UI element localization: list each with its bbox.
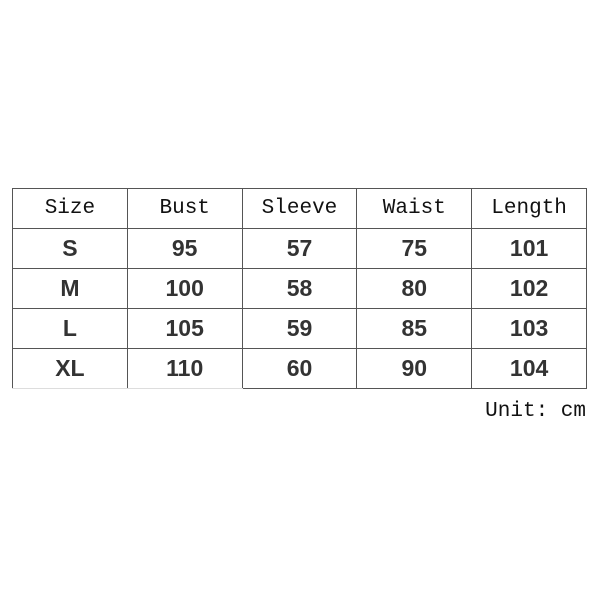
header-length: Length [471, 188, 587, 229]
cell: 101 [471, 228, 587, 269]
table-row: L 105 59 85 103 [12, 308, 587, 349]
cell: 105 [126, 308, 243, 349]
cell: 110 [126, 348, 243, 389]
cell: 85 [356, 308, 473, 349]
cell: L [12, 308, 128, 349]
header-size: Size [12, 188, 128, 229]
size-chart-table: Size Bust Sleeve Waist Length S 95 57 75… [12, 188, 587, 389]
cell: M [12, 268, 128, 309]
header-waist: Waist [356, 188, 473, 229]
cell: 102 [471, 268, 587, 309]
table-row: S 95 57 75 101 [12, 228, 587, 269]
cell: 59 [241, 308, 358, 349]
cell: 100 [126, 268, 243, 309]
header-bust: Bust [126, 188, 243, 229]
cell: 80 [356, 268, 473, 309]
cell: 104 [471, 348, 587, 389]
table-row: XL 110 60 90 104 [12, 348, 587, 389]
cell: 95 [126, 228, 243, 269]
cell: XL [12, 348, 128, 389]
header-row: Size Bust Sleeve Waist Length [12, 188, 587, 229]
cell: 57 [241, 228, 358, 269]
table-row: M 100 58 80 102 [12, 268, 587, 309]
header-sleeve: Sleeve [241, 188, 358, 229]
cell: 75 [356, 228, 473, 269]
cell: S [12, 228, 128, 269]
cell: 90 [356, 348, 473, 389]
cell: 60 [241, 348, 358, 389]
cell: 58 [241, 268, 358, 309]
unit-label: Unit: cm [485, 400, 586, 423]
cell: 103 [471, 308, 587, 349]
